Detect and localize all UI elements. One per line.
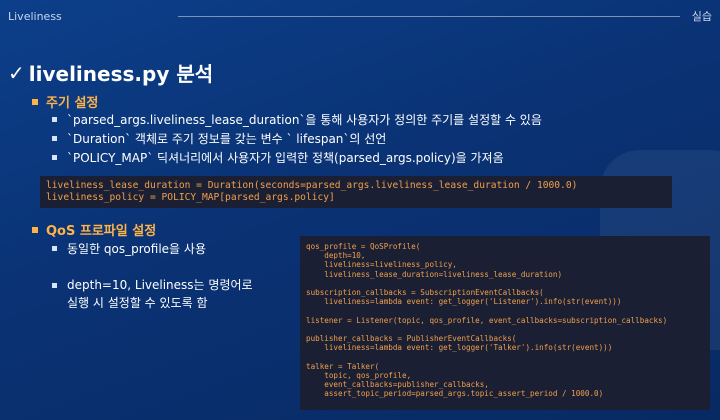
bullet-square-icon <box>52 117 57 122</box>
code-line: subscription_callbacks = SubscriptionEve… <box>306 288 544 298</box>
code-block-qos-profile: qos_profile = QoSProfile( depth=10, live… <box>300 236 710 410</box>
list-item-text-continued: 실행 시 설정할 수 있도록 함 <box>67 296 208 310</box>
code-line: liveliness=lambda event: get_logger('Tal… <box>306 343 613 353</box>
code-line: listener = Listener(topic, qos_profile, … <box>306 315 668 325</box>
slide-header: Liveliness 실습 <box>8 6 712 26</box>
list-item-text: depth=10, Liveliness는 명령어로 <box>67 278 253 292</box>
section-heading-period: 주기 설정 <box>32 92 98 111</box>
section-heading-text: 주기 설정 <box>46 96 99 111</box>
code-line: liveliness_policy = POLICY_MAP[parsed_ar… <box>46 192 335 203</box>
header-rule <box>177 15 680 17</box>
list-item: depth=10, Liveliness는 명령어로 실행 시 설정할 수 있도… <box>52 276 253 312</box>
bullet-square-icon <box>32 226 38 233</box>
header-section-title: Liveliness <box>8 9 62 23</box>
code-line: assert_topic_period=parsed_args.topic_as… <box>306 389 604 399</box>
code-line: talker = Talker( <box>306 361 380 371</box>
list-item-text: `parsed_args.liveliness_lease_duration`을… <box>67 113 542 127</box>
code-block-lease-duration: liveliness_lease_duration = Duration(sec… <box>40 176 672 208</box>
list-item: `POLICY_MAP` 딕셔너리에서 사용자가 입력한 정책(parsed_a… <box>52 149 504 166</box>
slide-title: ✓ liveliness.py 분석 <box>8 58 213 87</box>
list-item: `Duration` 객체로 주기 정보를 갖는 변수 ` lifespan`의… <box>52 130 386 147</box>
slide-title-text: liveliness.py 분석 <box>28 62 214 86</box>
list-item-text: 동일한 qos_profile을 사용 <box>67 242 206 256</box>
code-line: topic, qos_profile, <box>306 370 412 380</box>
bullet-square-icon <box>52 282 57 288</box>
list-item-text: `POLICY_MAP` 딕셔너리에서 사용자가 입력한 정책(parsed_a… <box>67 151 504 165</box>
header-tag: 실습 <box>691 10 712 23</box>
bullet-square-icon <box>32 98 38 105</box>
code-line: liveliness=liveliness_policy, <box>306 260 457 270</box>
code-line: event_callbacks=publisher_callbacks, <box>306 380 489 390</box>
bullet-square-icon <box>52 136 57 141</box>
section-heading-qos: QoS 프로파일 설정 <box>32 220 156 239</box>
bullet-square-icon <box>52 155 57 160</box>
code-line: liveliness=lambda event: get_logger('Lis… <box>306 297 622 307</box>
code-line: liveliness_lease_duration=liveliness_lea… <box>306 269 563 279</box>
code-line: publisher_callbacks = PublisherEventCall… <box>306 334 517 344</box>
code-listing: qos_profile = QoSProfile( depth=10, live… <box>306 242 704 398</box>
list-item: 동일한 qos_profile을 사용 <box>52 240 206 257</box>
section-heading-text: QoS 프로파일 설정 <box>46 224 157 239</box>
code-line: liveliness_lease_duration = Duration(sec… <box>46 180 578 191</box>
checkmark-icon: ✓ <box>8 60 25 85</box>
list-item: `parsed_args.liveliness_lease_duration`을… <box>52 111 542 128</box>
list-item-text: `Duration` 객체로 주기 정보를 갖는 변수 ` lifespan`의… <box>67 132 387 146</box>
code-line: qos_profile = QoSProfile( <box>306 242 421 251</box>
bullet-square-icon <box>52 246 57 251</box>
code-line: depth=10, <box>306 251 366 261</box>
